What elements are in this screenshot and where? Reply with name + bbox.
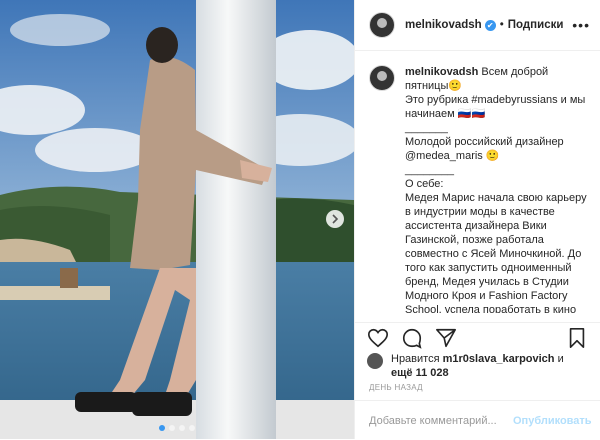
avatar[interactable] — [369, 12, 395, 38]
instagram-post: melnikovadsh ✔ • Подписки ••• melnikovad… — [0, 0, 600, 439]
comment-form: Опубликовать — [355, 400, 600, 440]
comment-input[interactable] — [367, 413, 513, 428]
carousel-dot — [169, 425, 175, 431]
carousel-dot — [189, 425, 195, 431]
caption-body: melnikovadsh Всем доброй пятницы🙂 Это ру… — [405, 65, 590, 313]
more-options-icon[interactable]: ••• — [572, 17, 590, 33]
likes-count-link[interactable]: ещё 11 028 — [391, 367, 449, 379]
carousel-dot — [159, 425, 165, 431]
caption: melnikovadsh Всем доброй пятницы🙂 Это ру… — [355, 51, 600, 313]
likes-prefix: Нравится — [391, 353, 440, 365]
photo-illustration — [0, 0, 354, 439]
caption-username[interactable]: melnikovadsh — [405, 66, 478, 78]
likes-text: Нравится m1r0slava_karpovich и ещё 11 02… — [391, 352, 564, 380]
publish-button[interactable]: Опубликовать — [513, 415, 592, 427]
verified-badge-icon: ✔ — [484, 19, 496, 31]
carousel-dots — [0, 425, 354, 431]
post-sidebar: melnikovadsh ✔ • Подписки ••• melnikovad… — [354, 0, 600, 439]
chevron-right-icon — [332, 214, 339, 224]
post-photo[interactable] — [0, 0, 354, 439]
heart-icon[interactable] — [367, 327, 389, 349]
comment-icon[interactable] — [401, 327, 423, 349]
separator: • — [499, 19, 504, 31]
caption-text: Всем доброй пятницы🙂 Это рубрика #madeby… — [405, 66, 587, 313]
bookmark-icon[interactable] — [566, 327, 588, 349]
liker-avatar[interactable] — [367, 353, 383, 369]
action-bar — [355, 322, 600, 353]
next-slide-button[interactable] — [326, 210, 344, 228]
share-icon[interactable] — [435, 327, 457, 349]
author-username[interactable]: melnikovadsh — [405, 19, 482, 31]
post-timestamp[interactable]: ДЕНЬ НАЗАД — [369, 383, 423, 392]
carousel-dot — [179, 425, 185, 431]
liker-username[interactable]: m1r0slava_karpovich — [443, 353, 555, 365]
post-header: melnikovadsh ✔ • Подписки ••• — [355, 0, 600, 51]
following-button[interactable]: Подписки — [508, 19, 564, 31]
likes-conjunction: и — [557, 353, 564, 365]
avatar[interactable] — [369, 65, 395, 91]
likes-summary: Нравится m1r0slava_karpovich и ещё 11 02… — [367, 352, 592, 380]
